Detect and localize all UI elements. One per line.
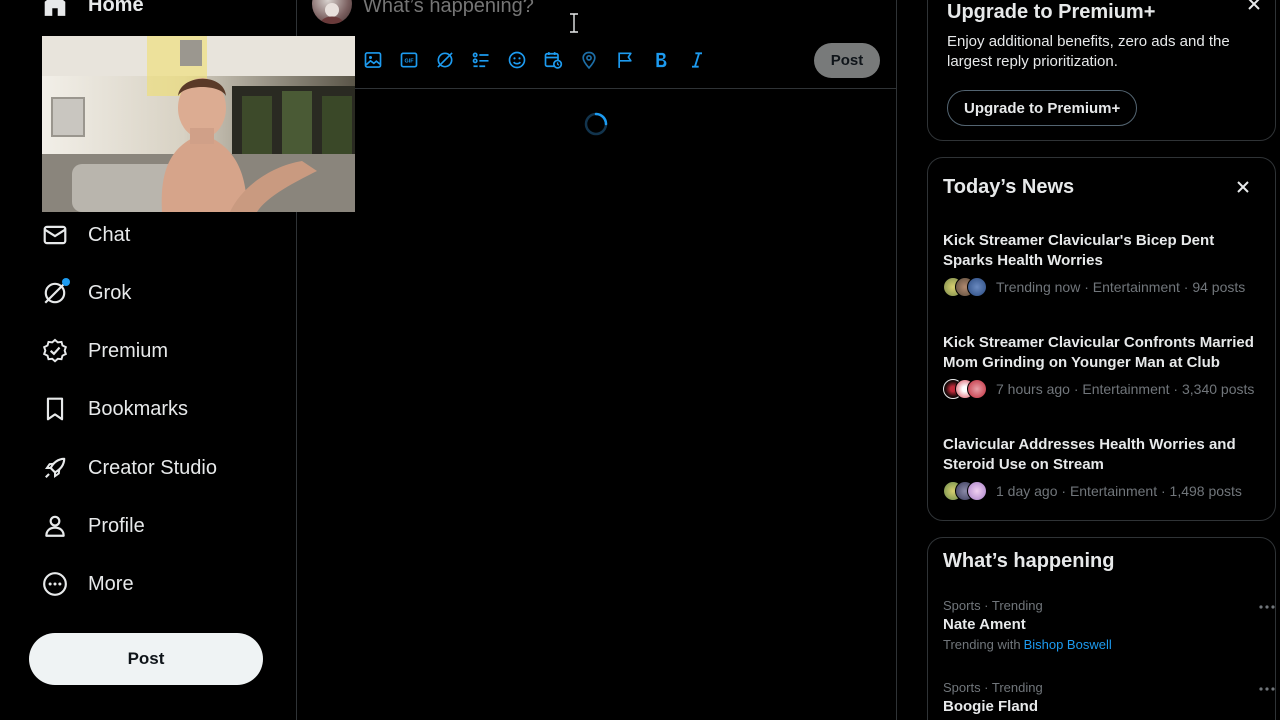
premium-card: Upgrade to Premium+ Enjoy additional ben… <box>927 0 1276 141</box>
gif-icon[interactable]: GIF <box>399 50 419 70</box>
sidebar-item-label: Chat <box>88 223 131 246</box>
more-horizontal-icon[interactable] <box>1258 598 1276 616</box>
sidebar-item-home[interactable]: Home <box>42 0 144 25</box>
sidebar-item-more[interactable]: More <box>42 564 134 604</box>
grok-icon[interactable] <box>435 50 455 70</box>
sidebar-item-label: Premium <box>88 339 169 362</box>
sidebar-item-grok[interactable]: Grok <box>42 273 131 313</box>
sidebar-item-label: Profile <box>88 514 145 537</box>
avatar-stack <box>943 379 987 399</box>
avatar[interactable] <box>312 0 352 24</box>
news-meta: 1 day ago · Entertainment · 1,498 posts <box>996 483 1242 499</box>
more-circle-icon <box>42 571 68 597</box>
sidebar-item-label: Home <box>88 0 144 16</box>
composer-toolbar: GIF <box>363 50 723 70</box>
todays-news-card: Today’s News Kick Streamer Clavicular's … <box>927 157 1276 521</box>
location-icon[interactable] <box>579 50 599 70</box>
trend-with-row: Trending with Bishop Boswell <box>943 637 1263 652</box>
news-meta: 7 hours ago · Entertainment · 3,340 post… <box>996 381 1255 397</box>
main-column: GIF Post <box>297 0 897 720</box>
italic-icon[interactable] <box>687 50 707 70</box>
news-headline: Clavicular Addresses Health Worries and … <box>943 436 1236 473</box>
sidebar-item-chat[interactable]: Chat <box>42 215 130 255</box>
avatar-stack <box>943 481 987 501</box>
trend-item[interactable]: Sports · Trending Boogie Fland <box>943 680 1275 715</box>
news-item[interactable]: Kick Streamer Clavicular Confronts Marri… <box>943 333 1263 399</box>
sidebar-item-creator-studio[interactable]: Creator Studio <box>42 448 217 488</box>
trend-context: Sports · Trending <box>943 598 1043 613</box>
poll-icon[interactable] <box>471 50 491 70</box>
news-item[interactable]: Clavicular Addresses Health Worries and … <box>943 435 1263 501</box>
divider <box>353 88 897 89</box>
person-icon <box>42 513 68 539</box>
trend-item[interactable]: Sports · Trending Nate Ament Trending wi… <box>943 598 1275 652</box>
sidebar-item-label: More <box>88 572 134 595</box>
upgrade-premium-button[interactable]: Upgrade to Premium+ <box>947 90 1138 126</box>
more-horizontal-icon[interactable] <box>1258 680 1276 698</box>
trend-with-label: Trending with <box>943 637 1021 652</box>
news-meta-row: Trending now · Entertainment · 94 posts <box>943 277 1263 297</box>
compose-post-button[interactable]: Post <box>814 43 880 78</box>
compose-input[interactable] <box>363 0 763 18</box>
whats-happening-card: What’s happening Sports · Trending Nate … <box>927 537 1276 720</box>
emoji-icon[interactable] <box>507 50 527 70</box>
text-cursor-icon <box>568 13 580 33</box>
news-meta-row: 7 hours ago · Entertainment · 3,340 post… <box>943 379 1263 399</box>
bookmark-icon <box>42 396 68 422</box>
sidebar-item-bookmarks[interactable]: Bookmarks <box>42 389 188 429</box>
avatar <box>967 379 987 399</box>
image-icon[interactable] <box>363 50 383 70</box>
sidebar-item-profile[interactable]: Profile <box>42 506 145 546</box>
news-headline: Kick Streamer Clavicular Confronts Marri… <box>943 334 1254 371</box>
news-item[interactable]: Kick Streamer Clavicular's Bicep Dent Sp… <box>943 231 1263 297</box>
trend-name: Boogie Fland <box>943 698 1038 715</box>
svg-text:GIF: GIF <box>404 59 414 65</box>
trend-with-link[interactable]: Bishop Boswell <box>1024 637 1112 652</box>
trend-context: Sports · Trending <box>943 680 1043 695</box>
news-meta: Trending now · Entertainment · 94 posts <box>996 279 1246 295</box>
sidebar-item-label: Creator Studio <box>88 456 217 479</box>
news-meta-row: 1 day ago · Entertainment · 1,498 posts <box>943 481 1263 501</box>
avatar-stack <box>943 277 987 297</box>
webcam-overlay <box>42 36 355 212</box>
bold-icon[interactable] <box>651 50 671 70</box>
rocket-icon <box>42 455 68 481</box>
sidebar-item-label: Bookmarks <box>88 397 189 420</box>
news-title: Today’s News <box>943 176 1075 198</box>
sidebar-item-premium[interactable]: Premium <box>42 331 168 371</box>
verified-badge-icon <box>42 338 68 364</box>
mail-icon <box>42 222 68 248</box>
close-icon[interactable] <box>1237 181 1249 193</box>
premium-description: Enjoy additional benefits, zero ads and … <box>947 33 1230 70</box>
grok-icon <box>42 278 70 306</box>
happening-title: What’s happening <box>943 550 1115 572</box>
flag-icon[interactable] <box>615 50 635 70</box>
premium-title: Upgrade to Premium+ <box>947 1 1156 23</box>
close-icon[interactable] <box>1247 0 1261 11</box>
sidebar-item-label: Grok <box>88 281 132 304</box>
schedule-icon[interactable] <box>543 50 563 70</box>
post-button[interactable]: Post <box>29 633 263 685</box>
loading-spinner-icon <box>583 111 609 137</box>
trend-name: Nate Ament <box>943 616 1026 633</box>
notification-dot <box>62 278 70 286</box>
avatar <box>967 481 987 501</box>
webcam-video-frame <box>42 36 355 212</box>
avatar <box>967 277 987 297</box>
home-icon <box>42 0 68 18</box>
news-headline: Kick Streamer Clavicular's Bicep Dent Sp… <box>943 232 1215 269</box>
